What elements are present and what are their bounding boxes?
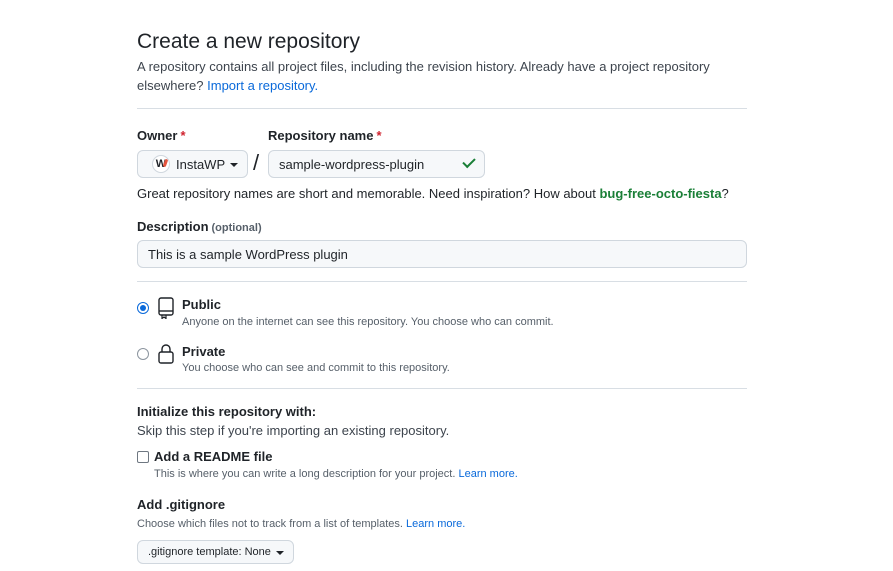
visibility-public-radio[interactable] — [137, 302, 149, 314]
required-mark: * — [180, 128, 186, 143]
add-readme-checkbox[interactable] — [137, 451, 149, 463]
owner-label: Owner * — [137, 128, 186, 143]
gitignore-template-dropdown[interactable]: .gitignore template: None — [137, 540, 294, 564]
add-readme-title: Add a README file — [154, 449, 273, 464]
check-icon — [462, 154, 476, 169]
repo-icon — [157, 297, 175, 324]
description-label: Description (optional) — [137, 219, 262, 234]
description-input[interactable]: This is a sample WordPress plugin — [137, 240, 747, 268]
divider — [137, 281, 747, 282]
page-title: Create a new repository — [137, 30, 360, 53]
repo-name-label: Repository name * — [268, 128, 382, 143]
required-mark: * — [376, 128, 382, 143]
name-suggestion-link[interactable]: bug-free-octo-fiesta — [599, 186, 721, 201]
gitignore-title: Add .gitignore — [137, 497, 226, 512]
owner-repo-separator: / — [253, 150, 260, 175]
visibility-private-radio[interactable] — [137, 348, 149, 360]
visibility-private-desc: You choose who can see and commit to thi… — [182, 362, 450, 374]
owner-dropdown[interactable]: W InstaWP — [137, 150, 248, 178]
init-subtitle: Skip this step if you're importing an ex… — [137, 423, 450, 438]
visibility-private-title: Private — [182, 344, 226, 359]
readme-learn-more-link[interactable]: Learn more. — [458, 468, 517, 480]
divider — [137, 108, 747, 109]
name-hint: Great repository names are short and mem… — [137, 186, 729, 201]
owner-value: InstaWP — [176, 156, 226, 172]
visibility-public-desc: Anyone on the internet can see this repo… — [182, 316, 554, 328]
caret-down-icon — [230, 163, 239, 167]
divider — [137, 388, 747, 389]
repo-name-value: sample-wordpress-plugin — [279, 156, 425, 172]
gitignore-learn-more-link[interactable]: Learn more. — [406, 518, 465, 530]
description-value: This is a sample WordPress plugin — [148, 246, 348, 262]
gitignore-desc: Choose which files not to track from a l… — [137, 518, 466, 530]
import-repository-link[interactable]: Import a repository. — [207, 78, 318, 93]
caret-down-icon — [275, 551, 284, 555]
optional-tag: (optional) — [211, 222, 262, 234]
page-subtitle: A repository contains all project files,… — [137, 57, 737, 95]
add-readme-desc: This is where you can write a long descr… — [154, 468, 518, 480]
visibility-public-title: Public — [182, 297, 222, 312]
instawp-logo-icon: W — [152, 155, 170, 173]
init-title: Initialize this repository with: — [137, 404, 317, 419]
repo-name-input[interactable]: sample-wordpress-plugin — [268, 150, 485, 178]
lock-icon — [157, 343, 175, 370]
gitignore-template-label: .gitignore template: None — [148, 546, 271, 558]
